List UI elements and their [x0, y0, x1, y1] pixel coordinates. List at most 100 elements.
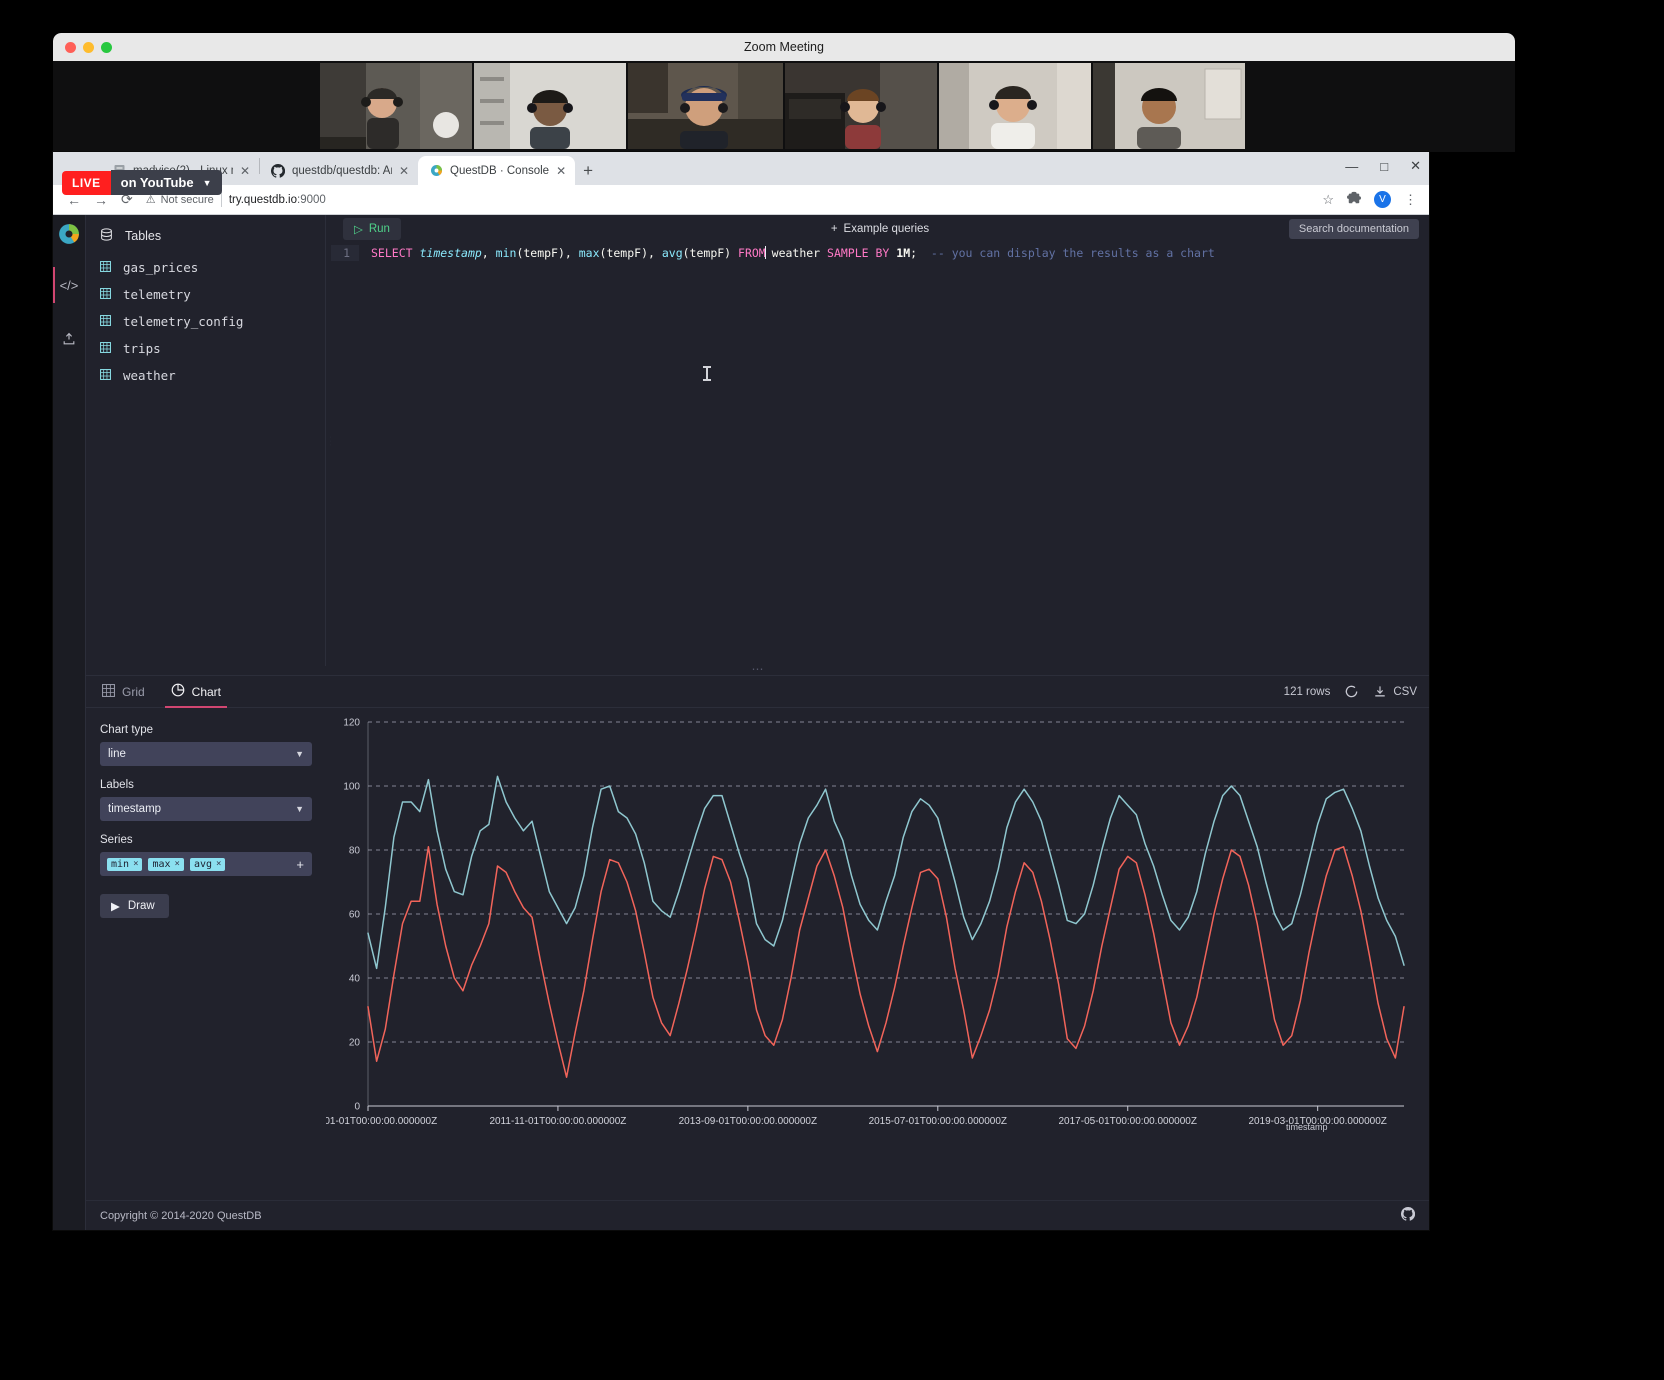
- line-number: 1: [331, 245, 359, 261]
- github-icon[interactable]: [1400, 1206, 1416, 1224]
- browser-tab-questdb-github[interactable]: questdb/questdb: An open sourc ✕: [260, 156, 418, 185]
- participant-tile[interactable]: [628, 63, 783, 149]
- browser-tab-strip: madvise(2) - Linux manual page ✕ questdb…: [53, 152, 1429, 185]
- close-icon[interactable]: ✕: [399, 165, 409, 177]
- table-name: telemetry: [123, 287, 191, 302]
- platform-text: on YouTube: [120, 175, 194, 190]
- chart-type-select[interactable]: line ▼: [100, 742, 312, 766]
- horizontal-resize-handle[interactable]: [86, 666, 1429, 675]
- zoom-meeting-window: Zoom Meeting: [53, 33, 1515, 152]
- table-icon: [100, 368, 111, 383]
- browser-menu-icon[interactable]: ⋮: [1404, 192, 1417, 208]
- play-icon: ▶: [111, 901, 120, 913]
- chevron-down-icon: ▼: [295, 749, 304, 759]
- remove-icon[interactable]: ×: [175, 859, 180, 869]
- x-tick-label: 2017-05-01T00:00:00.000000Z: [1059, 1116, 1197, 1127]
- series-tag-avg[interactable]: avg ×: [189, 857, 226, 871]
- tab-label: questdb/questdb: An open sourc: [292, 164, 392, 177]
- x-tick-label: 2015-07-01T00:00:00.000000Z: [869, 1116, 1007, 1127]
- row-count-label: 121 rows: [1283, 685, 1331, 698]
- close-button[interactable]: ✕: [1410, 158, 1421, 174]
- url-port: :9000: [297, 193, 326, 206]
- maximize-button[interactable]: □: [1380, 159, 1388, 174]
- table-icon: [100, 314, 111, 329]
- table-list-item-telemetry[interactable]: telemetry: [86, 281, 325, 308]
- sidebar-item-console[interactable]: </>: [52, 267, 86, 303]
- chart-pie-icon: [171, 683, 185, 700]
- address-bar[interactable]: ⚠ Not secure try.questdb.io:9000: [146, 192, 1310, 207]
- url-text: try.questdb.io:9000: [229, 194, 326, 206]
- series-line-max: [367, 775, 1405, 970]
- search-documentation-button[interactable]: Search documentation: [1288, 219, 1419, 239]
- participant-tile[interactable]: [785, 63, 937, 149]
- sql-comment: -- you can display the results as a char…: [917, 246, 1215, 260]
- series-tag-max[interactable]: max ×: [148, 857, 184, 871]
- table-name: weather: [123, 368, 176, 383]
- chart-canvas: 0 20 40 60 80 100 120 2010-01-01T00:00:00.00000…: [326, 708, 1429, 1200]
- participant-tile[interactable]: [939, 63, 1091, 149]
- y-tick-label: 100: [343, 782, 360, 793]
- export-csv-button[interactable]: CSV: [1373, 685, 1417, 699]
- results-actions: 121 rows CSV: [1284, 684, 1417, 699]
- browser-window-controls: — □ ✕: [1345, 158, 1421, 174]
- sql-editor-line[interactable]: 1 SELECT timestamp, min(tempF), max(temp…: [331, 243, 1429, 261]
- tab-label: Grid: [122, 684, 145, 699]
- browser-window: madvise(2) - Linux manual page ✕ questdb…: [52, 152, 1429, 1230]
- series-tag-box[interactable]: min × max × avg × +: [100, 852, 312, 876]
- close-icon[interactable]: ✕: [240, 165, 250, 177]
- add-series-button[interactable]: +: [296, 857, 304, 872]
- extensions-icon[interactable]: [1347, 191, 1361, 208]
- minimize-button[interactable]: —: [1345, 159, 1358, 174]
- new-tab-button[interactable]: +: [583, 161, 593, 181]
- run-button[interactable]: ▷ Run: [343, 218, 401, 240]
- chart-type-value: line: [108, 748, 126, 760]
- bookmark-star-icon[interactable]: ☆: [1322, 192, 1334, 208]
- example-queries-button[interactable]: + Example queries: [831, 223, 929, 235]
- browser-tab-questdb-console[interactable]: QuestDB · Console ✕: [418, 156, 576, 185]
- participant-tile[interactable]: [474, 63, 626, 149]
- table-list-item-telemetry-config[interactable]: telemetry_config: [86, 308, 325, 335]
- labels-select[interactable]: timestamp ▼: [100, 797, 312, 821]
- series-tag-min[interactable]: min ×: [107, 857, 143, 871]
- sql-plain: ,: [481, 246, 496, 260]
- chart-zone: Chart type line ▼ Labels timestamp ▼ Ser…: [86, 708, 1429, 1200]
- chart-type-label: Chart type: [100, 724, 154, 736]
- sql-plain: (tempF),: [599, 246, 662, 260]
- line-chart: 0 20 40 60 80 100 120 2010-01-01T00:00:00.00000…: [326, 718, 1405, 1127]
- sql-query-text[interactable]: SELECT timestamp, min(tempF), max(tempF)…: [359, 245, 1215, 261]
- draw-label: Draw: [127, 900, 155, 912]
- y-tick-label: 0: [354, 1102, 360, 1113]
- sql-func-min: min: [495, 246, 517, 260]
- questdb-icon: [429, 164, 443, 178]
- sql-editor-body[interactable]: [331, 261, 1429, 666]
- tab-chart[interactable]: Chart: [164, 676, 228, 708]
- table-list-item-weather[interactable]: weather: [86, 362, 325, 389]
- plus-icon: +: [830, 223, 838, 235]
- participant-tile[interactable]: [320, 63, 472, 149]
- remove-icon[interactable]: ×: [216, 859, 221, 869]
- profile-avatar[interactable]: V: [1374, 191, 1391, 208]
- chevron-down-icon[interactable]: ▼: [203, 178, 212, 188]
- refresh-button[interactable]: [1344, 684, 1359, 699]
- sql-keyword-from: FROM: [738, 246, 766, 260]
- x-axis-title: timestamp: [1286, 1122, 1328, 1132]
- text-cursor-icon: [703, 366, 711, 381]
- series-tag-label: max: [152, 858, 171, 870]
- table-list-item-gas-prices[interactable]: gas_prices: [86, 254, 325, 281]
- labels-label: Labels: [100, 779, 134, 791]
- close-icon[interactable]: ✕: [556, 165, 566, 177]
- sql-plain: (tempF),: [516, 246, 579, 260]
- remove-icon[interactable]: ×: [133, 859, 138, 869]
- y-tick-label: 40: [349, 974, 361, 985]
- github-icon: [271, 163, 285, 178]
- results-panel: Grid Chart 121 rows CSV Chart type line …: [86, 675, 1429, 1200]
- zoom-video-strip: [320, 63, 1245, 149]
- draw-button[interactable]: ▶ Draw: [100, 894, 169, 918]
- tab-grid[interactable]: Grid: [100, 676, 147, 708]
- app-footer: Copyright © 2014-2020 QuestDB: [86, 1200, 1429, 1230]
- participant-tile[interactable]: [1093, 63, 1245, 149]
- table-name: telemetry_config: [123, 314, 244, 329]
- table-list-item-trips[interactable]: trips: [86, 335, 325, 362]
- sidebar-item-import[interactable]: [53, 321, 86, 357]
- sql-func-avg: avg: [661, 246, 683, 260]
